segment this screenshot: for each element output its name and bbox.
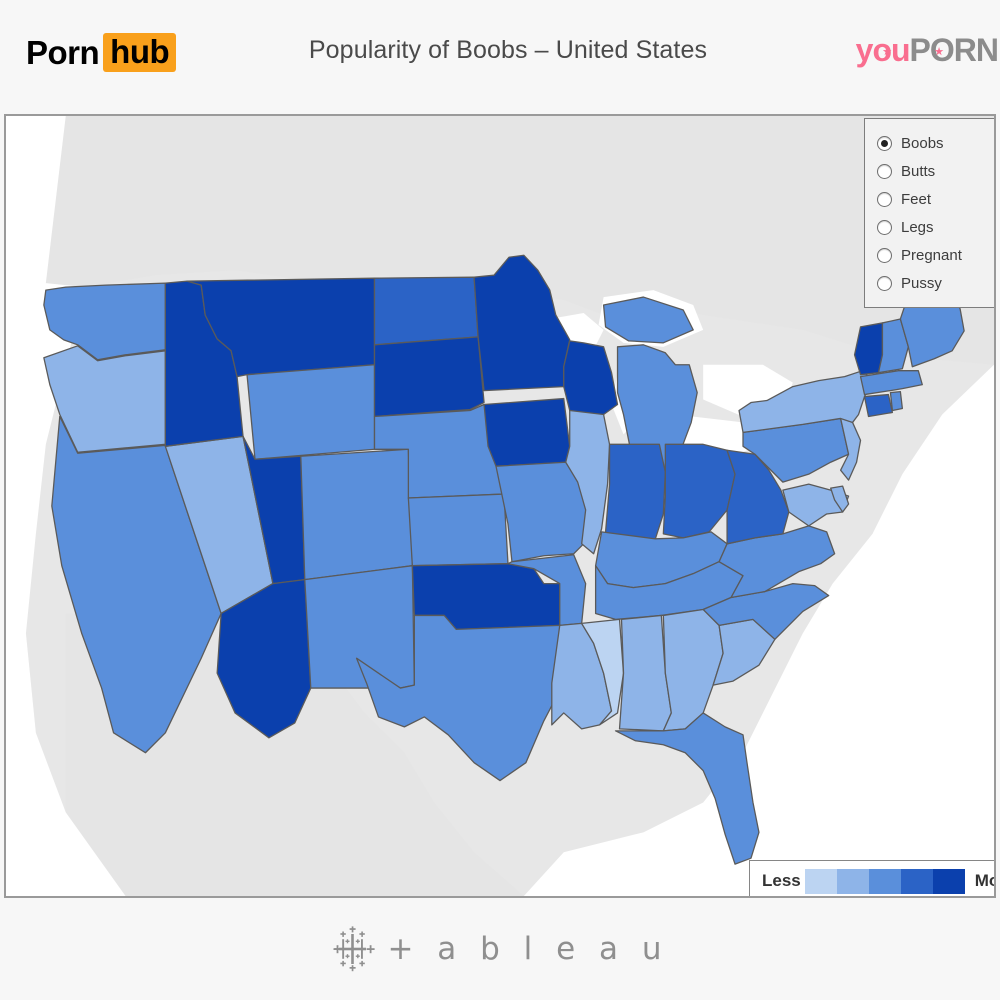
tableau-mark-icon: [333, 926, 376, 972]
legend-color-ramp: [804, 868, 965, 894]
legend-swatch-1: [804, 868, 837, 894]
legend-swatch-2: [836, 868, 869, 894]
app-root: Porn hub Popularity of Boobs – United Sta…: [0, 0, 1000, 1000]
radio-label: Feet: [901, 190, 932, 208]
pornhub-logo-hub: hub: [103, 32, 177, 72]
radio-icon[interactable]: [877, 163, 892, 179]
legend-high-label: More: [974, 871, 994, 890]
state-SD: [373, 336, 485, 418]
category-radio-group[interactable]: Boobs Butts Feet Legs Pregnant Pussy: [864, 118, 994, 308]
state-CO: [300, 448, 414, 581]
choropleth-usa-map[interactable]: [6, 116, 994, 896]
color-scale-legend: Less More: [749, 860, 994, 896]
radio-label: Butts: [901, 162, 936, 180]
state-CT: [863, 393, 894, 418]
radio-label: Pussy: [901, 274, 942, 292]
radio-option-feet[interactable]: Feet: [877, 185, 994, 213]
page-title: Popularity of Boobs – United States: [308, 36, 708, 64]
youporn-logo-you: you: [855, 32, 911, 68]
radio-icon-selected[interactable]: [877, 135, 892, 151]
legend-swatch-4: [900, 868, 933, 894]
state-RI: [889, 390, 904, 412]
state-MO: [495, 461, 589, 563]
radio-label: Legs: [901, 218, 934, 236]
youporn-you-text: you: [855, 32, 911, 68]
tableau-wordmark: + a b l e a u: [387, 931, 669, 967]
state-ND: [373, 276, 479, 346]
legend-swatch-5: [932, 868, 965, 894]
pornhub-logo-porn: Porn: [26, 33, 100, 71]
radio-option-pregnant[interactable]: Pregnant: [877, 241, 994, 269]
state-WY: [246, 364, 376, 460]
radio-option-pussy[interactable]: Pussy: [877, 269, 994, 297]
radio-option-boobs[interactable]: Boobs: [877, 129, 994, 157]
radio-icon[interactable]: [877, 191, 892, 207]
radio-icon[interactable]: [877, 247, 892, 263]
radio-icon[interactable]: [877, 275, 892, 291]
tableau-logo[interactable]: + a b l e a u: [331, 926, 668, 972]
youporn-logo: you PORN: [855, 32, 999, 70]
state-NM: [304, 565, 415, 689]
youporn-porn-text: PORN: [909, 32, 999, 68]
page-footer: + a b l e a u: [0, 898, 1000, 1000]
radio-option-legs[interactable]: Legs: [877, 213, 994, 241]
radio-label: Pregnant: [901, 246, 962, 264]
state-IN: [604, 443, 666, 543]
radio-label: Boobs: [901, 134, 944, 152]
state-IA: [483, 397, 571, 467]
state-KS: [407, 493, 509, 567]
pornhub-logo: Porn hub: [26, 32, 177, 72]
radio-option-butts[interactable]: Butts: [877, 157, 994, 185]
legend-low-label: Less: [762, 871, 801, 890]
youporn-logo-porn: PORN: [909, 32, 999, 68]
legend-swatch-3: [868, 868, 901, 894]
map-panel[interactable]: Boobs Butts Feet Legs Pregnant Pussy Les…: [4, 114, 996, 898]
radio-icon[interactable]: [877, 219, 892, 235]
page-header: Porn hub Popularity of Boobs – United Sta…: [0, 0, 1000, 108]
